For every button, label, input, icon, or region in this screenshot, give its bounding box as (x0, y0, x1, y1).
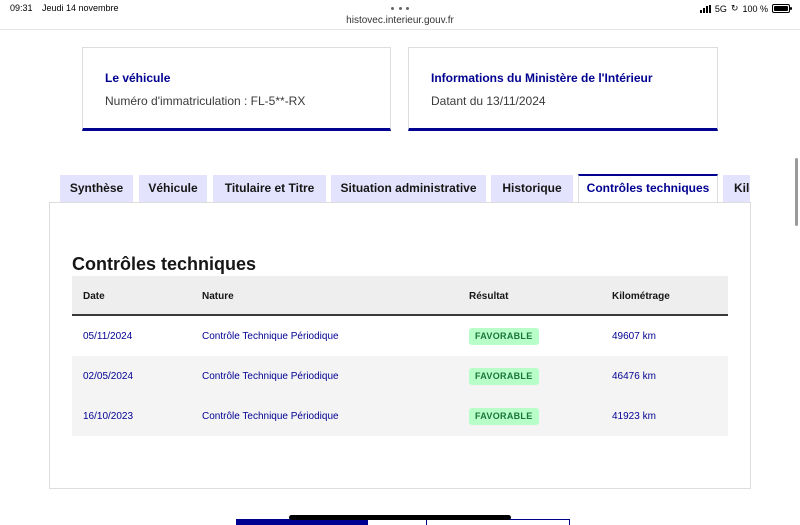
tab-bar: Synthèse Véhicule Titulaire et Titre Sit… (60, 174, 750, 202)
header-date: Date (83, 291, 105, 302)
header-result: Résultat (469, 291, 509, 302)
multitasking-dots-icon[interactable] (391, 7, 409, 11)
vehicle-card-title: Le véhicule (105, 71, 171, 85)
tab-vehicule[interactable]: Véhicule (139, 175, 207, 202)
result-badge: FAVORABLE (469, 368, 539, 385)
address-bar-url[interactable]: histovec.interieur.gouv.fr (0, 15, 800, 26)
tab-situation-administrative[interactable]: Situation administrative (331, 175, 486, 202)
status-indicators: 5G ↻ 100 % (699, 3, 792, 14)
vehicle-card: Le véhicule Numéro d'immatriculation : F… (82, 47, 391, 131)
row-mileage: 41923 km (612, 411, 656, 422)
battery-percentage: 100 % (742, 3, 768, 14)
status-bar: 09:31 Jeudi 14 novembre histovec.interie… (0, 0, 800, 30)
header-nature: Nature (202, 291, 234, 302)
tab-kilometrage[interactable]: Kilo (723, 175, 750, 202)
row-nature: Contrôle Technique Périodique (202, 371, 339, 382)
data-date: Datant du 13/11/2024 (431, 94, 546, 108)
table-row: 16/10/2023 Contrôle Technique Périodique… (72, 396, 728, 436)
section-title: Contrôles techniques (72, 254, 257, 274)
tab-synthese[interactable]: Synthèse (60, 175, 133, 202)
tab-controles-techniques[interactable]: Contrôles techniques (578, 174, 718, 202)
result-badge: FAVORABLE (469, 408, 539, 425)
row-date: 05/11/2024 (83, 331, 133, 342)
table-row: 05/11/2024 Contrôle Technique Périodique… (72, 316, 728, 356)
status-time: 09:31 (10, 3, 33, 13)
ministry-card: Informations du Ministère de l'Intérieur… (408, 47, 718, 131)
ministry-card-title: Informations du Ministère de l'Intérieur (431, 71, 653, 85)
tab-historique[interactable]: Historique (491, 175, 573, 202)
tab-titulaire-et-titre[interactable]: Titulaire et Titre (213, 175, 326, 202)
battery-icon (772, 4, 792, 13)
network-type: 5G (714, 3, 727, 14)
cellular-signal-icon (699, 4, 711, 13)
table-header: Date Nature Résultat Kilométrage (72, 276, 728, 316)
registration-number: Numéro d'immatriculation : FL-5**-RX (105, 94, 306, 108)
row-date: 16/10/2023 (83, 411, 134, 422)
home-indicator[interactable] (289, 515, 511, 520)
row-mileage: 49607 km (612, 331, 656, 342)
scrollbar[interactable] (795, 158, 798, 226)
status-date: Jeudi 14 novembre (42, 3, 119, 13)
row-nature: Contrôle Technique Périodique (202, 331, 339, 342)
technical-inspections-table: Date Nature Résultat Kilométrage 05/11/2… (72, 276, 728, 436)
row-mileage: 46476 km (612, 371, 656, 382)
row-nature: Contrôle Technique Périodique (202, 411, 339, 422)
header-mileage: Kilométrage (612, 291, 670, 302)
row-date: 02/05/2024 (83, 371, 134, 382)
table-row: 02/05/2024 Contrôle Technique Périodique… (72, 356, 728, 396)
result-badge: FAVORABLE (469, 328, 539, 345)
orientation-lock-icon: ↻ (730, 3, 739, 13)
